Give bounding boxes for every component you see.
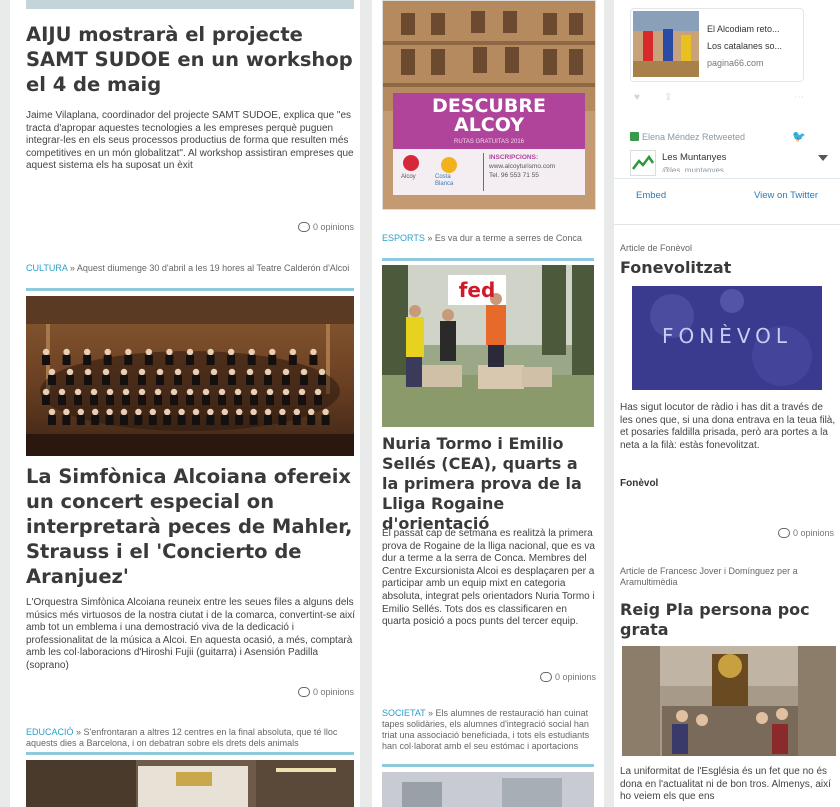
article-excerpt: El passat cap de setmana es realitzà la … — [382, 528, 595, 628]
article-category-line: ESPORTS » Es va dur a terme a serres de … — [382, 233, 582, 243]
divider — [614, 224, 840, 225]
card-thumbnail — [633, 11, 699, 77]
opinions-link[interactable]: 0 opinions — [472, 672, 596, 682]
article-excerpt: Jaime Vilaplana, coordinador del project… — [26, 110, 354, 172]
image-caption-text: FONÈVOL — [661, 324, 793, 348]
scroll-down-arrow-icon[interactable] — [818, 155, 828, 161]
twitter-bird-icon: 🐦 — [792, 131, 806, 143]
card-text: El Alcodiam reto... Los catalanes so... … — [707, 24, 783, 68]
comment-icon — [297, 222, 310, 232]
sidebar-column: El Alcodiam reto... Los catalanes so... … — [614, 0, 840, 807]
article-category-line: SOCIETAT » Els alumnes de restauració ha… — [382, 708, 590, 751]
comment-icon — [297, 687, 310, 697]
category-rule — [26, 288, 354, 291]
article-excerpt: L'Orquestra Simfònica Alcoiana reuneix e… — [26, 597, 356, 671]
twitter-widget: El Alcodiam reto... Los catalanes so... … — [614, 0, 840, 215]
category-rule — [382, 764, 594, 767]
category-rule — [382, 258, 594, 261]
account-handle: @les_muntanyes — [662, 166, 724, 172]
comment-icon — [777, 528, 790, 538]
article-author[interactable]: Fonèvol — [620, 478, 658, 489]
news-column-left: AIJU mostrarà el projecte SAMT SUDOE en … — [10, 0, 360, 807]
opinions-link[interactable]: 0 opinions — [210, 687, 354, 697]
article-title[interactable]: Nuria Tormo i Emilio Sellés (CEA), quart… — [382, 434, 598, 534]
article-excerpt: Has sigut locutor de ràdio i has dit a t… — [620, 402, 836, 451]
article-title[interactable]: La Simfònica Alcoiana ofereix un concert… — [26, 464, 356, 589]
opinions-link[interactable]: 0 opinions — [714, 528, 834, 538]
article-image[interactable] — [622, 646, 836, 756]
alcoy-logo: Alcoy — [401, 174, 416, 180]
like-icon[interactable]: ♥ — [634, 92, 640, 103]
comment-icon — [539, 672, 552, 682]
view-on-twitter-link[interactable]: View on Twitter — [754, 190, 818, 201]
article-image[interactable] — [26, 760, 354, 807]
category-link[interactable]: SOCIETAT — [382, 708, 426, 718]
ad-subline: RUTAS GRATUITAS 2016 — [453, 139, 525, 145]
news-column-middle: DESCUBRE ALCOY RUTAS GRATUITAS 2016 Alco… — [372, 0, 604, 807]
account-name[interactable]: Les Muntanyes — [662, 152, 726, 163]
article-category-line: CULTURA » Aquest diumenge 30 d'abril a l… — [26, 263, 350, 273]
divider — [614, 178, 840, 179]
article-kicker: Article de Francesc Jover i Domínguez pe… — [620, 566, 798, 587]
account-avatar[interactable] — [630, 150, 656, 176]
article-image[interactable] — [26, 296, 354, 456]
article-image[interactable] — [382, 772, 594, 807]
article-title[interactable]: Reig Pla persona poc grata — [620, 600, 838, 640]
share-icon[interactable]: ⇪ — [664, 92, 672, 103]
previous-article-image-edge — [26, 0, 354, 9]
category-rule — [26, 752, 354, 755]
more-icon[interactable]: ⋯ — [794, 92, 804, 103]
article-title[interactable]: Fonevolitzat — [620, 258, 836, 278]
category-link[interactable]: CULTURA — [26, 263, 67, 273]
article-image[interactable]: FONÈVOL — [632, 286, 822, 390]
category-link[interactable]: EDUCACIÓ — [26, 727, 74, 737]
costa-blanca-logo: Costa Blanca — [435, 174, 454, 187]
ad-contact: INSCRIPCIONS: www.alcoyturismo.com Tel. … — [489, 154, 556, 179]
ad-headline: DESCUBRE ALCOY — [432, 95, 546, 136]
article-excerpt: La uniformitat de l'Església és un fet q… — [620, 766, 831, 803]
photo-banner-text: fed — [458, 278, 496, 302]
embed-link[interactable]: Embed — [636, 190, 666, 201]
tweet-link-card[interactable]: El Alcodiam reto... Los catalanes so... … — [630, 8, 804, 82]
category-link[interactable]: ESPORTS — [382, 233, 425, 243]
article-category-line: EDUCACIÓ » S'enfrontaran a altres 12 cen… — [26, 727, 338, 748]
retweet-icon — [630, 132, 639, 141]
retweet-line: Elena Méndez Retweeted — [630, 132, 745, 142]
article-image[interactable]: fed — [382, 265, 594, 427]
article-title[interactable]: AIJU mostrarà el projecte SAMT SUDOE en … — [26, 22, 356, 97]
article-kicker: Article de Fonèvol — [620, 243, 693, 253]
opinions-link[interactable]: 0 opinions — [210, 222, 354, 232]
tourism-ad-banner[interactable]: DESCUBRE ALCOY RUTAS GRATUITAS 2016 Alco… — [382, 0, 596, 210]
